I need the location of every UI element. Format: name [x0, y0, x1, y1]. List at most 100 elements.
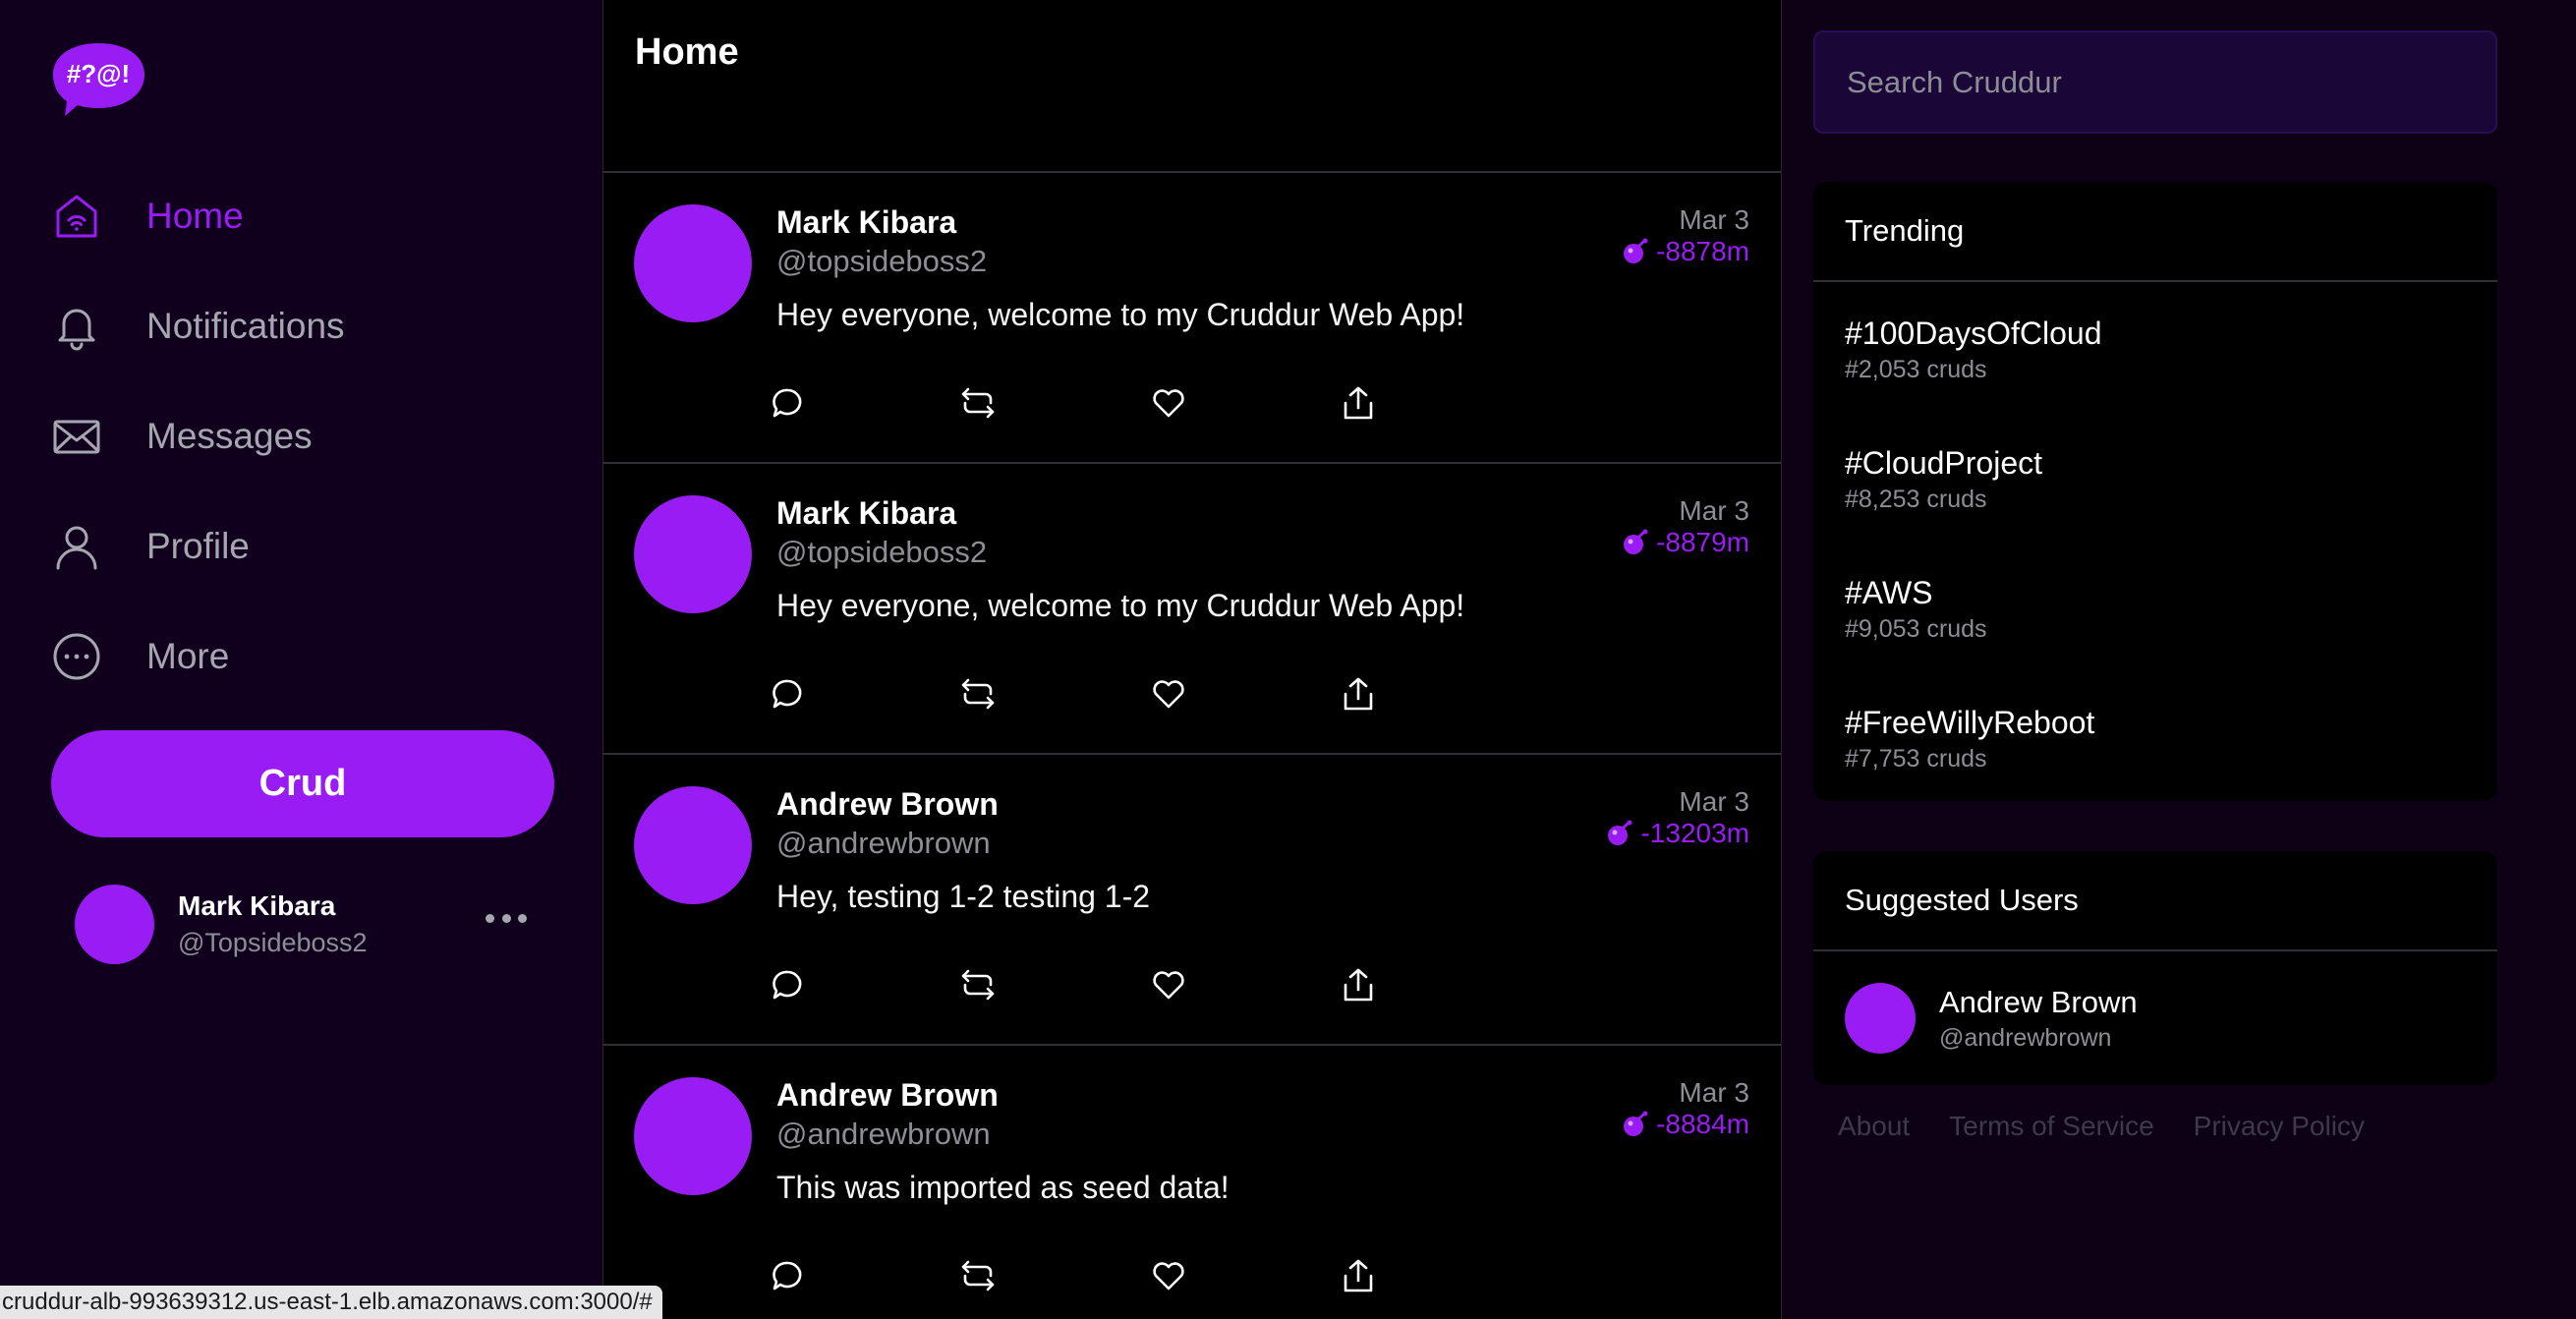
- privacy-link[interactable]: Privacy Policy: [2194, 1111, 2365, 1142]
- trend-item[interactable]: #AWS #9,053 cruds: [1813, 542, 2497, 671]
- nav-label-profile: Profile: [146, 526, 250, 566]
- repost-icon[interactable]: [952, 377, 1003, 429]
- profile-handle: @Topsideboss2: [178, 927, 368, 957]
- repost-icon[interactable]: [952, 668, 1003, 719]
- trending-title: Trending: [1813, 182, 2497, 282]
- post-author-name[interactable]: Mark Kibara: [776, 204, 956, 241]
- suggested-user-text: Andrew Brown @andrewbrown: [1939, 985, 2138, 1053]
- post-message: This was imported as seed data!: [776, 1170, 1230, 1205]
- crud-button[interactable]: Crud: [51, 730, 554, 837]
- post-author-handle[interactable]: @andrewbrown: [776, 1117, 991, 1152]
- post-author-handle[interactable]: @topsideboss2: [776, 244, 987, 279]
- profile-card-text: Mark Kibara @Topsideboss2: [178, 890, 368, 958]
- heart-icon[interactable]: [1143, 1250, 1194, 1301]
- post-expiry-value: -8884m: [1656, 1109, 1749, 1139]
- post-expiry: -8884m: [1621, 1109, 1749, 1140]
- avatar[interactable]: [634, 1077, 752, 1195]
- suggested-user[interactable]: Andrew Brown @andrewbrown: [1813, 951, 2497, 1085]
- post-author-handle[interactable]: @topsideboss2: [776, 535, 987, 570]
- app-root: #?@! Home Notifications Messages Profile…: [0, 0, 2576, 1319]
- nav-item-messages[interactable]: Messages: [51, 381, 562, 491]
- main-nav: Home Notifications Messages Profile More: [51, 161, 562, 712]
- user-icon: [51, 521, 102, 572]
- avatar[interactable]: [634, 204, 752, 322]
- right-sidebar: Trending #100DaysOfCloud #2,053 cruds #C…: [1782, 0, 2576, 1319]
- post-author-name[interactable]: Andrew Brown: [776, 1077, 999, 1114]
- heart-icon[interactable]: [1143, 377, 1194, 429]
- trend-count: #7,753 cruds: [1845, 745, 1987, 773]
- more-circle-icon: [51, 631, 102, 682]
- logo-bubble-icon: #?@!: [53, 43, 144, 116]
- terms-link[interactable]: Terms of Service: [1949, 1111, 2154, 1142]
- footer-links: About Terms of Service Privacy Policy: [1838, 1111, 2365, 1142]
- trend-tag: #AWS: [1845, 575, 1933, 610]
- activity-item[interactable]: Andrew Brown @andrewbrown Mar 3 -8884m T…: [603, 1046, 1781, 1319]
- trend-count: #2,053 cruds: [1845, 356, 1987, 383]
- share-icon[interactable]: [1333, 377, 1384, 429]
- about-link[interactable]: About: [1838, 1111, 1910, 1142]
- post-message: Hey everyone, welcome to my Cruddur Web …: [776, 588, 1465, 623]
- post-author-name[interactable]: Mark Kibara: [776, 495, 956, 532]
- post-author-handle[interactable]: @andrewbrown: [776, 826, 991, 861]
- profile-name: Mark Kibara: [178, 889, 336, 921]
- avatar[interactable]: [634, 786, 752, 904]
- post-message: Hey everyone, welcome to my Cruddur Web …: [776, 297, 1465, 332]
- nav-item-profile[interactable]: Profile: [51, 491, 562, 602]
- envelope-icon: [51, 411, 102, 462]
- heart-icon[interactable]: [1143, 668, 1194, 719]
- ellipsis-icon[interactable]: [486, 906, 527, 930]
- repost-icon[interactable]: [952, 959, 1003, 1010]
- home-icon: [51, 191, 102, 242]
- left-sidebar: #?@! Home Notifications Messages Profile…: [0, 0, 602, 1319]
- heart-icon[interactable]: [1143, 959, 1194, 1010]
- profile-card[interactable]: Mark Kibara @Topsideboss2: [75, 883, 527, 965]
- post-date: Mar 3: [1679, 495, 1749, 526]
- repost-icon[interactable]: [952, 1250, 1003, 1301]
- bomb-icon: [1624, 529, 1648, 554]
- activity-item[interactable]: Andrew Brown @andrewbrown Mar 3 -13203m …: [603, 755, 1781, 1046]
- trend-item[interactable]: #CloudProject #8,253 cruds: [1813, 412, 2497, 542]
- bomb-icon: [1624, 238, 1648, 263]
- post-expiry-value: -13203m: [1640, 818, 1749, 848]
- nav-item-notifications[interactable]: Notifications: [51, 271, 562, 381]
- post-date: Mar 3: [1679, 204, 1749, 235]
- cruddur-logo[interactable]: #?@!: [51, 39, 147, 118]
- post-author-name[interactable]: Andrew Brown: [776, 786, 999, 823]
- trend-tag: #100DaysOfCloud: [1845, 315, 2102, 351]
- nav-item-more[interactable]: More: [51, 602, 562, 712]
- avatar: [75, 884, 154, 964]
- search-input[interactable]: [1813, 30, 2497, 134]
- suggested-user-name: Andrew Brown: [1939, 984, 2138, 1019]
- bell-icon: [51, 301, 102, 352]
- nav-label-home: Home: [146, 196, 244, 236]
- share-icon[interactable]: [1333, 668, 1384, 719]
- post-message: Hey, testing 1-2 testing 1-2: [776, 879, 1151, 914]
- suggested-users-title: Suggested Users: [1813, 851, 2497, 951]
- reply-icon[interactable]: [763, 668, 814, 719]
- reply-icon[interactable]: [763, 1250, 814, 1301]
- post-expiry-value: -8878m: [1656, 236, 1749, 266]
- nav-label-messages: Messages: [146, 416, 313, 456]
- trend-item[interactable]: #100DaysOfCloud #2,053 cruds: [1813, 282, 2497, 412]
- trend-tag: #CloudProject: [1845, 445, 2042, 481]
- activity-item[interactable]: Mark Kibara @topsideboss2 Mar 3 -8879m H…: [603, 464, 1781, 755]
- nav-item-home[interactable]: Home: [51, 161, 562, 271]
- trend-item[interactable]: #FreeWillyReboot #7,753 cruds: [1813, 671, 2497, 801]
- reply-icon[interactable]: [763, 959, 814, 1010]
- suggested-user-handle: @andrewbrown: [1939, 1023, 2112, 1052]
- trending-panel: Trending #100DaysOfCloud #2,053 cruds #C…: [1813, 182, 2497, 801]
- reply-icon[interactable]: [763, 377, 814, 429]
- activity-item[interactable]: Mark Kibara @topsideboss2 Mar 3 -8878m H…: [603, 173, 1781, 464]
- bomb-icon: [1608, 820, 1632, 845]
- share-icon[interactable]: [1333, 959, 1384, 1010]
- post-expiry: -8878m: [1621, 236, 1749, 267]
- nav-label-more: More: [146, 636, 230, 676]
- share-icon[interactable]: [1333, 1250, 1384, 1301]
- post-expiry: -8879m: [1621, 527, 1749, 558]
- trend-count: #9,053 cruds: [1845, 615, 1987, 643]
- post-actions: [763, 1250, 1384, 1301]
- nav-label-notifications: Notifications: [146, 306, 345, 346]
- avatar[interactable]: [634, 495, 752, 613]
- main-feed: Home Mark Kibara @topsideboss2 Mar 3 -88…: [602, 0, 1782, 1319]
- status-bar-url: cruddur-alb-993639312.us-east-1.elb.amaz…: [0, 1286, 662, 1319]
